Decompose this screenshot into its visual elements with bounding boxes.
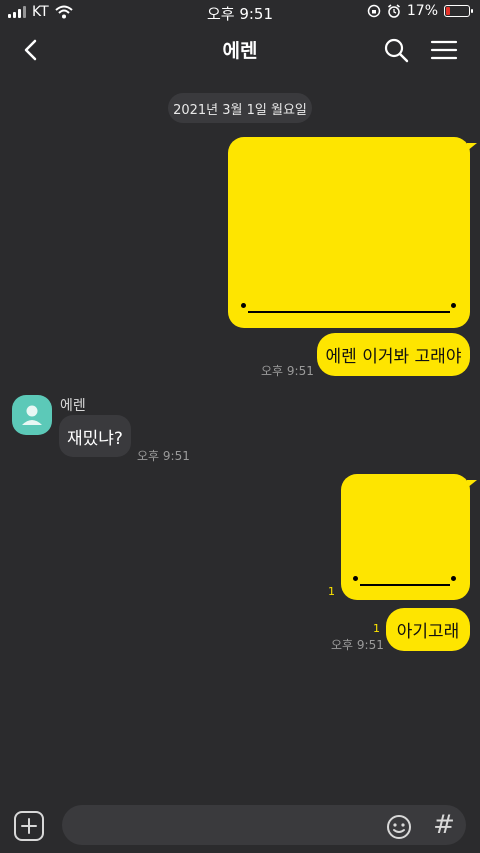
outgoing-image-message[interactable] [228,137,477,328]
message-time: 오후 9:51 [137,449,190,463]
input-bar: # [0,797,480,853]
battery-icon [444,5,473,17]
outgoing-image-message[interactable] [341,474,477,600]
unread-count: 1 [373,622,380,635]
add-attachment-button[interactable] [14,811,44,841]
message-text: 재밌냐? [67,428,123,449]
alarm-icon [387,4,400,18]
sender-name: 에렌 [60,398,86,414]
search-icon[interactable] [382,36,410,64]
avatar[interactable] [12,395,52,435]
rotation-lock-icon [367,4,381,18]
message-text: 아기고래 [396,622,460,642]
message-time: 오후 9:51 [261,364,314,378]
incoming-message-bubble[interactable]: 재밌냐? [59,415,131,457]
outgoing-message-bubble[interactable]: 에렌 이거봐 고래야 [317,333,470,376]
menu-icon[interactable] [430,36,458,64]
message-time: 오후 9:51 [331,638,384,652]
unread-count: 1 [328,585,335,598]
emoji-icon[interactable] [385,813,413,841]
status-right: 17% [367,3,473,19]
chat-header: 에렌 [0,28,480,72]
hashtag-search-button[interactable]: # [432,809,456,841]
battery-percent: 17% [406,3,438,19]
plus-icon [21,818,37,834]
date-divider: 2021년 3월 1일 월요일 [168,93,312,123]
person-icon [22,405,42,425]
outgoing-message-bubble[interactable]: 아기고래 [386,608,470,651]
status-bar: KT 오후 9:51 17% [0,0,480,26]
message-text: 에렌 이거봐 고래야 [325,347,462,367]
